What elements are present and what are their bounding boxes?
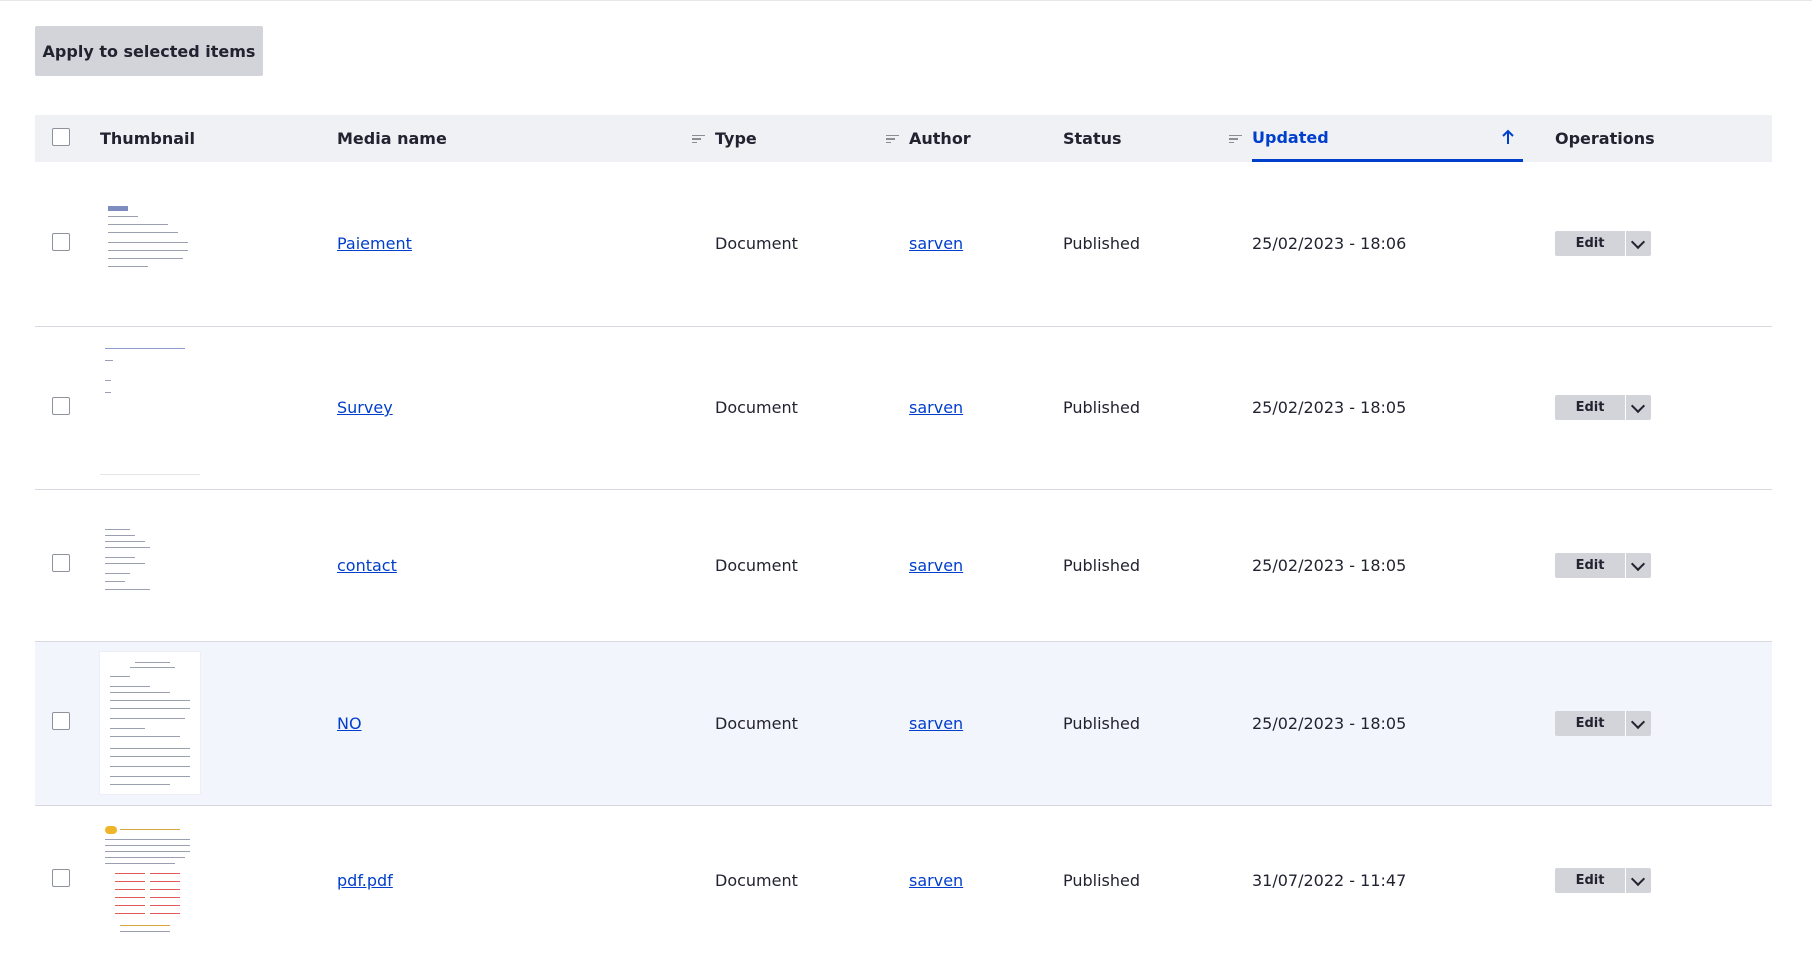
column-updated[interactable]: Updated bbox=[1252, 115, 1555, 162]
column-label: Author bbox=[909, 129, 971, 148]
type-text: Document bbox=[715, 713, 798, 733]
row-checkbox[interactable] bbox=[52, 869, 70, 888]
updated-text: 25/02/2023 - 18:06 bbox=[1252, 234, 1407, 254]
updated-text: 25/02/2023 - 18:05 bbox=[1252, 713, 1407, 733]
document-thumbnail bbox=[100, 340, 200, 475]
status-text: Published bbox=[1063, 713, 1141, 733]
column-operations: Operations bbox=[1555, 115, 1772, 162]
author-link[interactable]: sarven bbox=[909, 556, 963, 575]
updated-text: 25/02/2023 - 18:05 bbox=[1252, 398, 1407, 417]
media-name-link[interactable]: pdf.pdf bbox=[337, 871, 393, 890]
table-row: Paiement Document sarven Published 25/02… bbox=[35, 162, 1772, 326]
column-label[interactable]: Media name bbox=[337, 129, 447, 148]
operations-toggle-button[interactable] bbox=[1626, 231, 1651, 257]
arrow-up-icon[interactable] bbox=[1501, 129, 1515, 145]
document-thumbnail bbox=[100, 822, 195, 938]
column-label: Operations bbox=[1555, 129, 1655, 148]
table-row: pdf.pdf Document sarven Published 31/07/… bbox=[35, 805, 1772, 955]
select-all-checkbox[interactable] bbox=[52, 127, 70, 146]
chevron-down-icon bbox=[1630, 714, 1646, 729]
row-checkbox[interactable] bbox=[52, 554, 70, 572]
operations-toggle-button[interactable] bbox=[1626, 867, 1651, 893]
document-thumbnail bbox=[100, 652, 200, 794]
column-thumbnail: Thumbnail bbox=[100, 115, 337, 162]
column-label: Thumbnail bbox=[100, 129, 195, 148]
table-header-row: Thumbnail Media name Type Author Status … bbox=[35, 115, 1772, 162]
operations-dropbutton: Edit bbox=[1555, 231, 1651, 257]
sort-icon[interactable] bbox=[1229, 134, 1242, 144]
type-text: Document bbox=[715, 234, 798, 254]
document-thumbnail bbox=[100, 199, 200, 280]
edit-button[interactable]: Edit bbox=[1555, 395, 1626, 420]
operations-dropbutton: Edit bbox=[1555, 552, 1651, 578]
edit-button[interactable]: Edit bbox=[1555, 552, 1626, 578]
select-all-cell bbox=[35, 115, 100, 162]
updated-text: 31/07/2022 - 11:47 bbox=[1252, 870, 1407, 890]
chevron-down-icon bbox=[1630, 556, 1646, 571]
edit-button[interactable]: Edit bbox=[1555, 867, 1626, 893]
status-text: Published bbox=[1063, 234, 1141, 254]
media-name-link[interactable]: NO bbox=[337, 714, 362, 733]
column-label[interactable]: Updated bbox=[1252, 128, 1329, 147]
chevron-down-icon bbox=[1630, 398, 1646, 414]
row-checkbox[interactable] bbox=[52, 396, 70, 415]
author-link[interactable]: sarven bbox=[909, 234, 963, 253]
column-type[interactable]: Type bbox=[715, 115, 909, 162]
media-name-link[interactable]: Survey bbox=[337, 398, 393, 417]
author-link[interactable]: sarven bbox=[909, 871, 963, 890]
sort-icon[interactable] bbox=[886, 134, 899, 144]
column-label[interactable]: Type bbox=[715, 129, 757, 148]
table-row: contact Document sarven Published 25/02/… bbox=[35, 489, 1772, 641]
column-status[interactable]: Status bbox=[1063, 115, 1252, 162]
operations-dropbutton: Edit bbox=[1555, 867, 1651, 893]
column-media-name[interactable]: Media name bbox=[337, 115, 715, 162]
chevron-down-icon bbox=[1630, 235, 1646, 250]
media-name-link[interactable]: Paiement bbox=[337, 234, 412, 253]
column-label[interactable]: Status bbox=[1063, 129, 1122, 148]
status-text: Published bbox=[1063, 870, 1141, 890]
author-link[interactable]: sarven bbox=[909, 398, 963, 417]
table-row: NO Document sarven Published 25/02/2023 … bbox=[35, 641, 1772, 805]
chevron-down-icon bbox=[1630, 871, 1646, 886]
author-link[interactable]: sarven bbox=[909, 714, 963, 733]
operations-toggle-button[interactable] bbox=[1626, 710, 1651, 736]
edit-button[interactable]: Edit bbox=[1555, 710, 1626, 736]
type-text: Document bbox=[715, 398, 798, 417]
table-row: Survey Document sarven Published 25/02/2… bbox=[35, 326, 1772, 489]
column-author: Author bbox=[909, 115, 1063, 162]
status-text: Published bbox=[1063, 398, 1141, 417]
edit-button[interactable]: Edit bbox=[1555, 231, 1626, 257]
row-checkbox[interactable] bbox=[52, 712, 70, 730]
operations-dropbutton: Edit bbox=[1555, 710, 1651, 736]
operations-toggle-button[interactable] bbox=[1626, 552, 1651, 578]
media-table: Thumbnail Media name Type Author Status … bbox=[35, 115, 1772, 955]
operations-dropbutton: Edit bbox=[1555, 395, 1651, 420]
sort-icon[interactable] bbox=[692, 134, 705, 144]
row-checkbox[interactable] bbox=[52, 232, 70, 251]
apply-to-selected-button[interactable]: Apply to selected items bbox=[35, 26, 263, 76]
operations-toggle-button[interactable] bbox=[1626, 395, 1651, 420]
type-text: Document bbox=[715, 870, 798, 890]
media-name-link[interactable]: contact bbox=[337, 556, 397, 575]
document-thumbnail bbox=[100, 525, 170, 595]
type-text: Document bbox=[715, 555, 798, 575]
updated-text: 25/02/2023 - 18:05 bbox=[1252, 555, 1407, 575]
status-text: Published bbox=[1063, 555, 1141, 575]
